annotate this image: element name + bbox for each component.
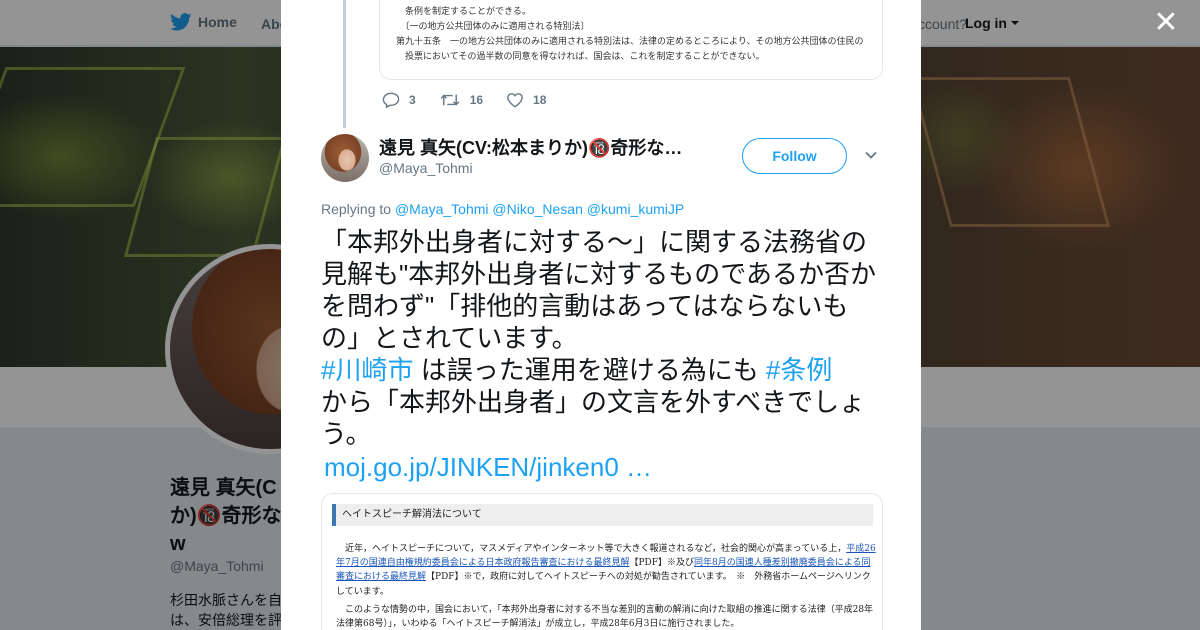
retweet-action[interactable]: 16: [439, 92, 483, 108]
parent-tweet-image-card[interactable]: 条例を制定することができる。 〔一の地方公共団体のみに適用される特別法〕 第九十…: [379, 0, 883, 80]
follow-button[interactable]: Follow: [742, 138, 847, 174]
mention-link[interactable]: @Niko_Nesan: [492, 201, 582, 217]
hashtag-link[interactable]: #条例: [766, 355, 832, 385]
retweet-count: 16: [469, 93, 484, 107]
reply-action[interactable]: 3: [382, 92, 416, 108]
chevron-down-icon[interactable]: [864, 148, 878, 162]
tweet-url-link[interactable]: moj.go.jp/JINKEN/jinken0 …: [324, 451, 652, 483]
tweet-modal: 条例を制定することができる。 〔一の地方公共団体のみに適用される特別法〕 第九十…: [281, 0, 921, 630]
media-heading: ヘイトスピーチ解消法について: [332, 504, 873, 526]
replying-to: Replying to @Maya_Tohmi @Niko_Nesan @kum…: [321, 201, 685, 217]
heart-icon: [507, 93, 523, 108]
retweet-icon: [440, 94, 460, 106]
thread-connector-line: [343, 0, 346, 128]
tweet-text: 「本邦外出身者に対する～」に関する法務省の見解も"本邦外出身者に対するものである…: [321, 227, 876, 449]
media-body-text: 近年，ヘイトスピーチについて，マスメディアやインターネット等で大きく報道されるな…: [336, 544, 876, 630]
tweet-media-image[interactable]: ヘイトスピーチ解消法について 近年，ヘイトスピーチについて，マスメディアやインタ…: [321, 493, 883, 630]
author-name[interactable]: 遠見 真矢(CV:松本まりか)🔞奇形な…: [379, 134, 689, 160]
reply-icon: [382, 92, 400, 108]
like-count: 18: [533, 93, 547, 107]
parent-tweet-actions: 3 16 18: [382, 92, 569, 108]
mention-link[interactable]: @Maya_Tohmi: [395, 201, 489, 217]
close-icon[interactable]: ✕: [1152, 8, 1180, 38]
author-avatar[interactable]: [321, 134, 369, 182]
author-handle[interactable]: @Maya_Tohmi: [379, 160, 473, 176]
reply-count: 3: [409, 93, 416, 107]
mention-link[interactable]: @kumi_kumiJP: [587, 201, 684, 217]
hashtag-link[interactable]: #川崎市: [321, 355, 413, 385]
like-action[interactable]: 18: [506, 92, 546, 108]
